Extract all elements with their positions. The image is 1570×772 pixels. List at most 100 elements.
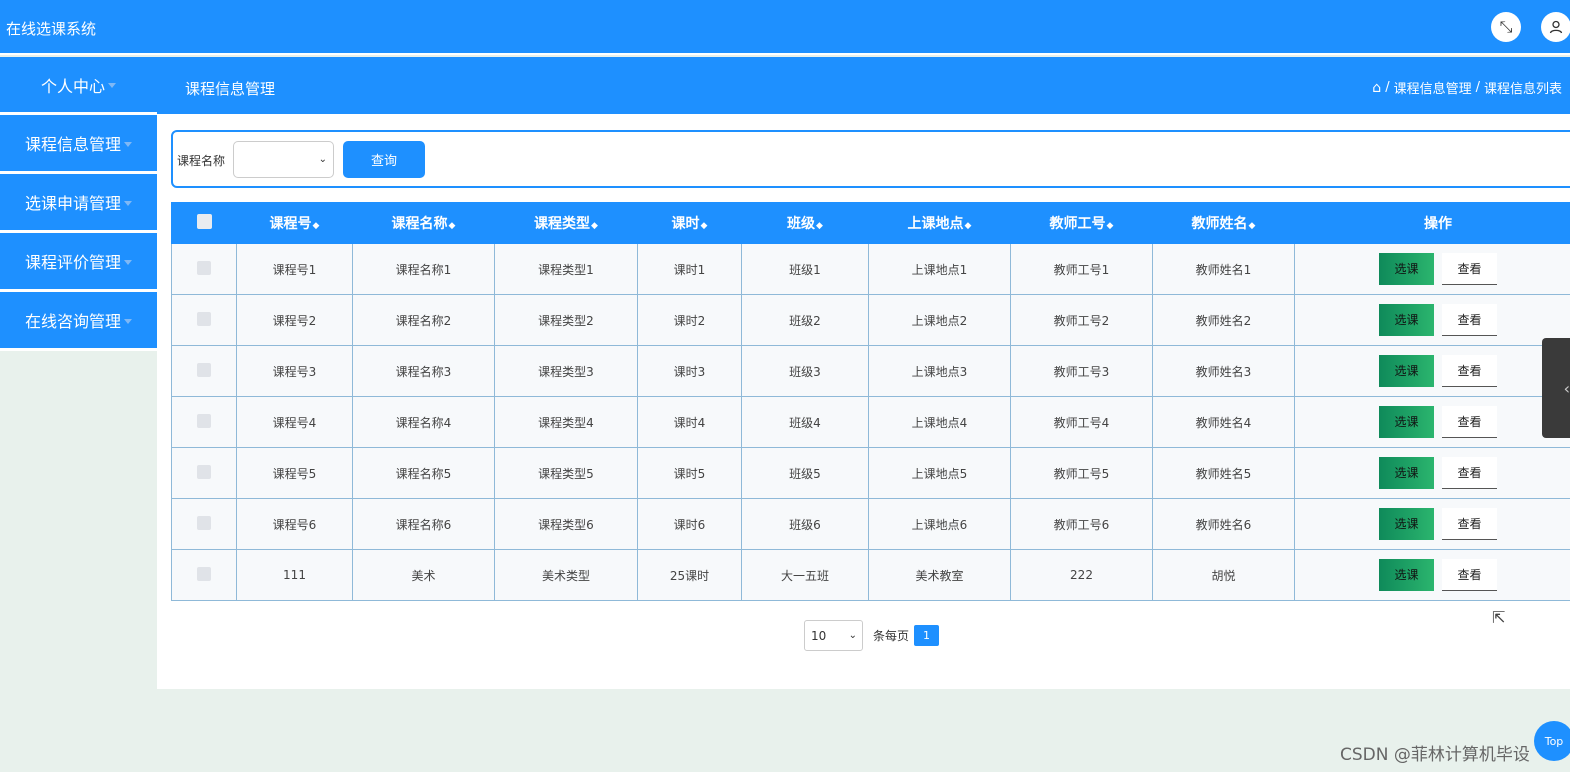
row-checkbox[interactable]	[197, 566, 211, 581]
page-size-select[interactable]: 10 ⌄	[804, 620, 863, 651]
sidebar-item-label: 选课申请管理	[24, 194, 121, 213]
enroll-button[interactable]: 选课	[1379, 406, 1434, 438]
enroll-button[interactable]: 选课	[1379, 559, 1434, 591]
course-type-cell: 课程类型1	[494, 243, 638, 295]
enroll-button[interactable]: 选课	[1379, 457, 1434, 489]
column-header[interactable]: 教师姓名◆	[1152, 202, 1295, 244]
column-header[interactable]: 课程类型◆	[494, 202, 638, 244]
sort-icon: ◆	[964, 221, 972, 231]
user-icon[interactable]	[1541, 12, 1570, 42]
hours-cell: 课时3	[637, 345, 742, 397]
course-type-cell: 课程类型4	[494, 396, 638, 448]
sidebar-item-evaluation[interactable]: 课程评价管理	[0, 233, 157, 292]
enroll-button[interactable]: 选课	[1379, 508, 1434, 540]
enroll-button[interactable]: 选课	[1379, 304, 1434, 336]
course-id-cell: 111	[236, 549, 353, 601]
sort-icon: ◆	[448, 221, 456, 231]
sidebar: 个人中心 课程信息管理 选课申请管理 课程评价管理 在线咨询管理	[0, 57, 157, 772]
course-id-cell: 课程号2	[236, 294, 353, 346]
sidebar-item-personal-center[interactable]: 个人中心	[0, 57, 157, 115]
view-button[interactable]: 查看	[1442, 355, 1497, 387]
column-header[interactable]: 课程号◆	[236, 202, 353, 244]
teacher-name-cell: 教师姓名3	[1152, 345, 1295, 397]
sidebar-item-enrollment[interactable]: 选课申请管理	[0, 174, 157, 233]
view-button[interactable]: 查看	[1442, 457, 1497, 489]
course-table: 课程号◆ 课程名称◆ 课程类型◆ 课时◆ 班级◆ 上课地点◆ 教师工号◆ 教师姓…	[171, 202, 1570, 601]
column-header[interactable]: 班级◆	[741, 202, 869, 244]
class-cell: 班级1	[741, 243, 869, 295]
sidebar-item-label: 课程信息管理	[24, 135, 121, 154]
teacher-name-cell: 教师姓名4	[1152, 396, 1295, 448]
course-type-cell: 课程类型3	[494, 345, 638, 397]
row-checkbox[interactable]	[197, 311, 211, 326]
course-id-cell: 课程号1	[236, 243, 353, 295]
row-checkbox[interactable]	[197, 464, 211, 479]
sidebar-item-label: 个人中心	[40, 76, 105, 96]
sidebar-item-consulting[interactable]: 在线咨询管理	[0, 292, 157, 351]
chevron-down-icon: ⌄	[848, 630, 857, 641]
view-button[interactable]: 查看	[1442, 304, 1497, 336]
column-header[interactable]: 上课地点◆	[868, 202, 1011, 244]
table-row: 111 美术 美术类型 25课时 大一五班 美术教室 222 胡悦 选课 查看	[171, 549, 1570, 601]
row-checkbox[interactable]	[197, 515, 211, 530]
side-panel-handle[interactable]: ‹	[1542, 338, 1570, 438]
row-checkbox[interactable]	[197, 413, 211, 428]
teacher-name-cell: 教师姓名5	[1152, 447, 1295, 499]
row-checkbox-cell	[171, 447, 237, 499]
view-button[interactable]: 查看	[1442, 406, 1497, 438]
column-header[interactable]: 教师工号◆	[1010, 202, 1153, 244]
sidebar-item-label: 课程评价管理	[24, 253, 121, 272]
course-id-cell: 课程号5	[236, 447, 353, 499]
view-button[interactable]: 查看	[1442, 559, 1497, 591]
table-row: 课程号5 课程名称5 课程类型5 课时5 班级5 上课地点5 教师工号5 教师姓名5 选课 查看	[171, 447, 1570, 499]
row-actions-cell: 选课 查看	[1294, 396, 1570, 448]
course-name-cell: 课程名称1	[352, 243, 495, 295]
teacher-id-cell: 教师工号5	[1010, 447, 1153, 499]
course-name-select[interactable]: ⌄	[233, 141, 334, 178]
page-number-button[interactable]: 1	[914, 625, 940, 646]
caret-down-icon	[124, 259, 132, 265]
breadcrumb-item[interactable]: 课程信息管理	[1394, 78, 1472, 97]
sort-icon: ◆	[700, 221, 708, 231]
row-checkbox[interactable]	[197, 260, 211, 275]
row-checkbox-cell	[171, 549, 237, 601]
pagination: 10 ⌄ 条每页 1	[804, 620, 940, 651]
enroll-button[interactable]: 选课	[1379, 253, 1434, 285]
row-checkbox[interactable]	[197, 362, 211, 377]
sort-icon: ◆	[1248, 221, 1256, 231]
caret-down-icon	[124, 141, 132, 147]
search-button[interactable]: 查询	[343, 141, 425, 178]
home-icon[interactable]: ⌂	[1372, 80, 1381, 96]
fullscreen-icon[interactable]: ⤡	[1491, 12, 1521, 42]
row-actions-cell: 选课 查看	[1294, 549, 1570, 601]
location-cell: 上课地点5	[868, 447, 1011, 499]
teacher-id-cell: 教师工号4	[1010, 396, 1153, 448]
column-header[interactable]: 课程名称◆	[352, 202, 495, 244]
column-header[interactable]: 课时◆	[637, 202, 742, 244]
class-cell: 班级4	[741, 396, 869, 448]
page-size-value: 10	[811, 629, 827, 643]
sidebar-item-course-info[interactable]: 课程信息管理	[0, 115, 157, 174]
view-button[interactable]: 查看	[1442, 508, 1497, 540]
class-cell: 班级3	[741, 345, 869, 397]
course-type-cell: 课程类型2	[494, 294, 638, 346]
row-actions-cell: 选课 查看	[1294, 294, 1570, 346]
select-all-checkbox[interactable]	[196, 213, 212, 229]
course-type-cell: 美术类型	[494, 549, 638, 601]
hours-cell: 课时4	[637, 396, 742, 448]
row-actions-cell: 选课 查看	[1294, 345, 1570, 397]
enroll-button[interactable]: 选课	[1379, 355, 1434, 387]
location-cell: 上课地点2	[868, 294, 1011, 346]
back-to-top-button[interactable]: Top	[1534, 721, 1570, 761]
breadcrumb-separator: /	[1475, 80, 1480, 95]
teacher-id-cell: 教师工号2	[1010, 294, 1153, 346]
view-button[interactable]: 查看	[1442, 253, 1497, 285]
breadcrumb-separator: /	[1385, 80, 1390, 95]
teacher-id-cell: 教师工号3	[1010, 345, 1153, 397]
course-id-cell: 课程号6	[236, 498, 353, 550]
teacher-name-cell: 教师姓名2	[1152, 294, 1295, 346]
teacher-name-cell: 教师姓名6	[1152, 498, 1295, 550]
sort-icon: ◆	[312, 221, 320, 231]
hours-cell: 课时2	[637, 294, 742, 346]
course-name-cell: 课程名称5	[352, 447, 495, 499]
